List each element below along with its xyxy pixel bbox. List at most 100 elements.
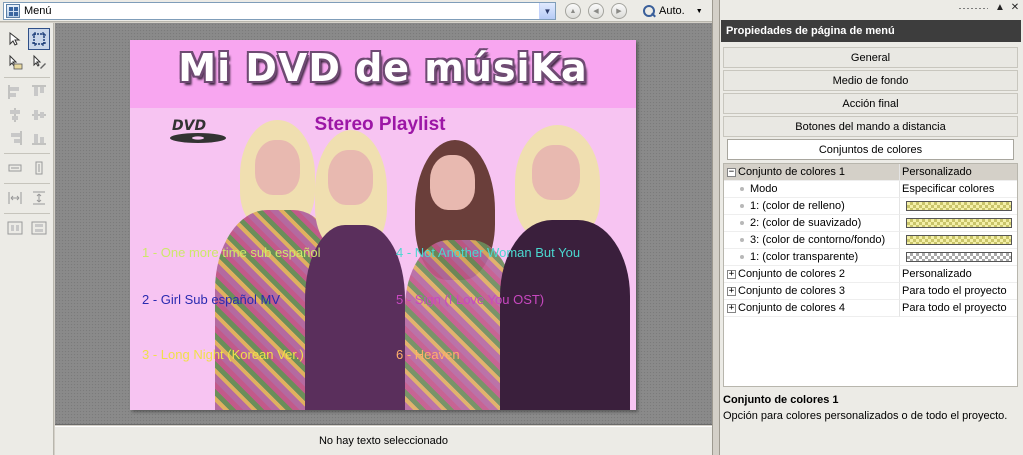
- same-height-button[interactable]: [28, 157, 50, 179]
- center-h-page-button[interactable]: [4, 217, 26, 239]
- distribute-h-icon: [8, 192, 22, 204]
- align-left-button[interactable]: [4, 81, 26, 103]
- zoom-control[interactable]: Auto. ▼: [642, 3, 703, 19]
- magnifier-icon: [642, 4, 656, 18]
- center-v-page-button[interactable]: [28, 217, 50, 239]
- background-media-button[interactable]: Medio de fondo: [723, 70, 1018, 91]
- chevron-down-icon[interactable]: ▼: [696, 8, 703, 15]
- panel-grip-handle[interactable]: [958, 7, 988, 10]
- property-row[interactable]: 2: (color de suavizado): [724, 215, 1017, 232]
- color-swatch[interactable]: [906, 235, 1012, 245]
- property-row[interactable]: 1: (color transparente): [724, 249, 1017, 266]
- move-tool-icon: [9, 54, 23, 70]
- align-center-h-button[interactable]: [4, 104, 26, 126]
- color-swatch[interactable]: [906, 252, 1012, 262]
- property-row[interactable]: + Conjunto de colores 2 Personalizado: [724, 266, 1017, 283]
- tool-separator: [4, 183, 50, 184]
- pen-tool-icon: [33, 54, 46, 69]
- distribute-v-button[interactable]: [28, 187, 50, 209]
- remote-buttons-button[interactable]: Botones del mando a distancia: [723, 116, 1018, 137]
- same-width-icon: [8, 164, 22, 172]
- menu-page-select[interactable]: Menú ▼: [3, 2, 556, 20]
- property-grid: − Conjunto de colores 1 Personalizado Mod…: [723, 163, 1018, 387]
- property-row[interactable]: Modo Especificar colores: [724, 181, 1017, 198]
- tool-palette: [0, 23, 54, 455]
- menu-track-button-6[interactable]: 6 - Heaven: [396, 347, 460, 362]
- property-row[interactable]: + Conjunto de colores 4 Para todo el proy…: [724, 300, 1017, 317]
- panel-header-strip: ▲ ✕: [720, 0, 1023, 18]
- menu-track-button-3[interactable]: 3 - Long Night (Korean Ver.): [142, 347, 304, 362]
- property-name: 1: (color de relleno): [750, 200, 845, 212]
- nav-up-button[interactable]: ▲: [565, 3, 581, 19]
- property-name: Conjunto de colores 2: [738, 268, 846, 280]
- menu-track-button-2[interactable]: 2 - Girl Sub español MV: [142, 292, 280, 307]
- status-text: No hay texto seleccionado: [318, 435, 449, 447]
- zoom-label: Auto.: [659, 5, 685, 17]
- nav-back-icon: ◀: [593, 8, 599, 15]
- panel-splitter[interactable]: [712, 0, 719, 455]
- description-text: Opción para colores personalizados o de …: [723, 410, 1008, 422]
- menu-track-button-4[interactable]: 4 - Not Another Woman But You: [396, 245, 580, 260]
- align-top-button[interactable]: [28, 81, 50, 103]
- nav-up-icon: ▲: [569, 7, 577, 15]
- crop-select-tool-button[interactable]: [28, 28, 50, 50]
- bullet-icon: [740, 187, 744, 191]
- property-value: Personalizado: [902, 268, 972, 280]
- align-bottom-button[interactable]: [28, 127, 50, 149]
- align-middle-button[interactable]: [28, 104, 50, 126]
- general-button[interactable]: General: [723, 47, 1018, 68]
- dvd-menu-title[interactable]: Mi DVD de músiKa: [130, 46, 636, 90]
- color-sets-button[interactable]: Conjuntos de colores: [727, 139, 1014, 160]
- tool-separator: [4, 77, 50, 78]
- property-name: 2: (color de suavizado): [750, 217, 862, 229]
- nav-back-button[interactable]: ◀: [588, 3, 604, 19]
- property-name: 3: (color de contorno/fondo): [750, 234, 886, 246]
- bullet-icon: [740, 204, 744, 208]
- menu-track-button-1[interactable]: 1 - One more time sub español: [142, 245, 320, 260]
- nav-forward-button[interactable]: ▶: [611, 3, 627, 19]
- description-title: Conjunto de colores 1: [723, 394, 839, 406]
- end-action-button[interactable]: Acción final: [723, 93, 1018, 114]
- bullet-icon: [740, 238, 744, 242]
- collapse-icon[interactable]: ▲: [994, 2, 1006, 14]
- menu-page-select-value: Menú: [24, 5, 52, 17]
- menu-page-icon: [6, 4, 20, 18]
- close-icon[interactable]: ✕: [1009, 2, 1021, 14]
- align-right-button[interactable]: [4, 127, 26, 149]
- property-row[interactable]: − Conjunto de colores 1 Personalizado: [724, 164, 1017, 181]
- property-name: 1: (color transparente): [750, 251, 859, 263]
- move-tool-button[interactable]: [4, 51, 26, 73]
- align-right-icon: [11, 131, 22, 145]
- property-row[interactable]: 1: (color de relleno): [724, 198, 1017, 215]
- property-description: Conjunto de colores 1 Opción para colore…: [723, 391, 1018, 453]
- property-value: Personalizado: [902, 166, 972, 178]
- svg-text:DVD: DVD: [172, 118, 206, 134]
- same-width-button[interactable]: [4, 157, 26, 179]
- tool-separator: [4, 213, 50, 214]
- dvd-menu-subtitle[interactable]: Stereo Playlist: [290, 114, 470, 136]
- color-swatch[interactable]: [906, 201, 1012, 211]
- menu-track-button-5[interactable]: 5 - Sign (I Love You OST): [396, 292, 544, 307]
- dvd-menu-page[interactable]: Mi DVD de músiKa DVD Stereo Playlist 1 -…: [130, 40, 636, 410]
- dropdown-arrow-icon[interactable]: ▼: [539, 3, 555, 19]
- select-tool-button[interactable]: [4, 28, 26, 50]
- align-bottom-icon: [32, 134, 46, 145]
- tool-separator: [4, 153, 50, 154]
- properties-panel: ▲ ✕ Propiedades de página de menú Genera…: [719, 0, 1023, 455]
- property-row[interactable]: + Conjunto de colores 3 Para todo el proy…: [724, 283, 1017, 300]
- collapse-toggle-icon[interactable]: −: [727, 167, 736, 177]
- expand-toggle-icon[interactable]: +: [727, 303, 736, 313]
- property-row[interactable]: 3: (color de contorno/fondo): [724, 232, 1017, 249]
- bullet-icon: [740, 221, 744, 225]
- menu-canvas[interactable]: Mi DVD de músiKa DVD Stereo Playlist 1 -…: [55, 23, 712, 425]
- align-middle-icon: [32, 110, 46, 120]
- align-left-icon: [8, 85, 19, 99]
- property-value: Para todo el proyecto: [902, 302, 1007, 314]
- edit-tool-button[interactable]: [28, 51, 50, 73]
- expand-toggle-icon[interactable]: +: [727, 269, 736, 279]
- expand-toggle-icon[interactable]: +: [727, 286, 736, 296]
- center-h-page-icon: [7, 221, 23, 235]
- distribute-h-button[interactable]: [4, 187, 26, 209]
- color-swatch[interactable]: [906, 218, 1012, 228]
- top-toolbar: Menú ▼ ▲ ◀ ▶ Auto. ▼: [0, 0, 712, 22]
